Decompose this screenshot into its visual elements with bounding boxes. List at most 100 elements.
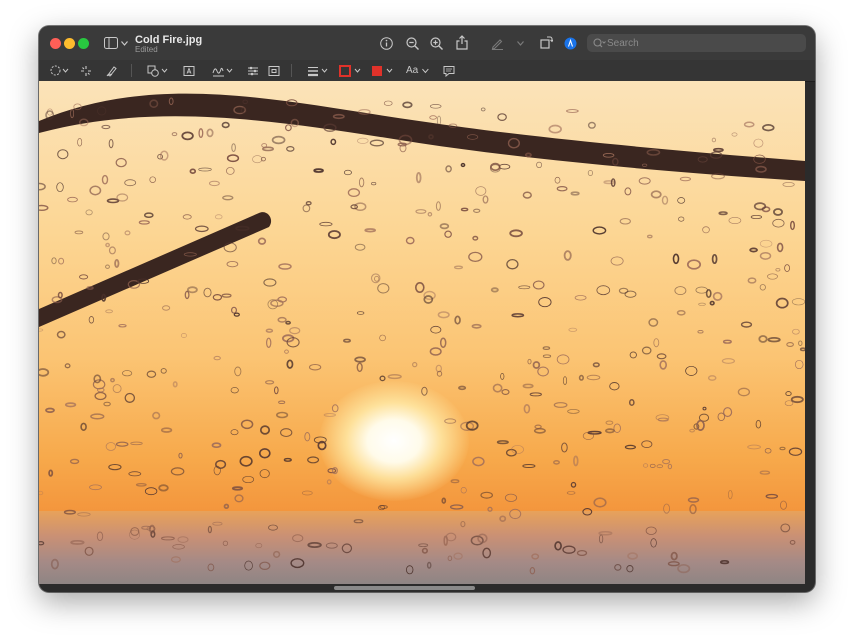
water-droplet xyxy=(265,380,275,385)
water-droplet xyxy=(270,299,284,308)
water-droplet xyxy=(284,124,292,132)
water-droplet xyxy=(353,519,364,524)
water-droplet xyxy=(402,101,413,109)
border-color-icon[interactable] xyxy=(339,64,363,77)
toolbar-divider xyxy=(291,64,292,77)
water-droplet xyxy=(437,311,450,319)
water-droplet xyxy=(108,463,122,471)
water-droplet xyxy=(497,113,507,121)
water-droplet xyxy=(439,337,447,348)
markup-pen-icon[interactable] xyxy=(490,36,504,50)
water-droplet xyxy=(534,424,542,430)
water-droplet xyxy=(354,243,366,251)
highlight-icon[interactable] xyxy=(563,36,577,50)
water-droplet xyxy=(130,527,140,536)
share-icon[interactable] xyxy=(455,34,469,50)
water-droplet xyxy=(792,328,800,335)
info-icon[interactable] xyxy=(379,36,393,50)
fill-color-icon[interactable] xyxy=(371,64,395,77)
water-droplet xyxy=(323,413,336,417)
water-droplet xyxy=(221,293,232,298)
zoom-out-icon[interactable] xyxy=(405,36,419,50)
water-droplet xyxy=(696,419,705,431)
water-droplet xyxy=(685,365,698,376)
water-droplet xyxy=(776,242,784,253)
water-droplet xyxy=(490,287,499,293)
water-droplet xyxy=(108,139,114,149)
water-droplet xyxy=(259,561,271,570)
water-droplet xyxy=(426,561,432,569)
water-droplet xyxy=(89,185,102,196)
water-droplet xyxy=(80,422,87,431)
chevron-down-icon[interactable] xyxy=(120,38,128,48)
sidebar-icon[interactable] xyxy=(104,36,118,50)
water-droplet xyxy=(707,375,717,381)
rotate-icon[interactable] xyxy=(539,35,553,49)
water-droplet xyxy=(533,427,546,434)
water-droplet xyxy=(460,520,466,528)
water-droplet xyxy=(158,484,169,492)
water-droplet xyxy=(182,214,192,220)
sign-icon[interactable] xyxy=(212,64,234,77)
water-droplet xyxy=(343,338,351,343)
water-droplet xyxy=(454,315,461,325)
water-droplet xyxy=(234,494,244,503)
water-droplet xyxy=(259,469,270,479)
water-droplet xyxy=(522,464,536,468)
water-droplet xyxy=(641,346,652,355)
water-droplet xyxy=(180,333,187,338)
water-droplet xyxy=(712,291,723,301)
water-droplet xyxy=(713,147,724,153)
adjust-size-icon[interactable] xyxy=(267,64,280,77)
water-droplet xyxy=(568,327,578,332)
adjust-color-icon[interactable] xyxy=(246,64,259,77)
chevron-down-icon[interactable] xyxy=(516,39,524,47)
water-droplet xyxy=(750,214,763,219)
water-droplet xyxy=(56,330,66,339)
water-droplet xyxy=(124,179,137,187)
selection-icon[interactable] xyxy=(50,64,70,77)
water-droplet xyxy=(377,283,390,294)
water-droplet xyxy=(39,541,45,546)
water-droplet xyxy=(758,335,768,343)
water-droplet xyxy=(687,497,700,503)
water-droplet xyxy=(112,384,122,394)
water-droplet xyxy=(77,137,83,147)
water-droplet xyxy=(57,149,69,160)
water-droplet xyxy=(39,490,44,496)
water-droplet xyxy=(460,162,466,168)
water-droplet xyxy=(122,370,133,377)
water-droplet xyxy=(567,408,580,414)
shape-style-icon[interactable] xyxy=(307,64,329,77)
water-droplet xyxy=(356,311,365,315)
shapes-icon[interactable] xyxy=(147,64,169,77)
water-droplet xyxy=(325,542,338,549)
search-input[interactable] xyxy=(607,34,797,52)
search-field[interactable] xyxy=(587,34,806,52)
water-droplet xyxy=(162,305,171,311)
water-droplet xyxy=(731,132,738,137)
water-droplet xyxy=(480,107,486,112)
water-droplet xyxy=(780,523,791,533)
water-droplet xyxy=(638,177,651,185)
text-box-icon[interactable] xyxy=(182,64,195,77)
water-droplet xyxy=(90,413,105,420)
water-droplet xyxy=(387,374,402,380)
zoom-in-icon[interactable] xyxy=(429,36,443,50)
water-droplet xyxy=(189,168,197,174)
close-button[interactable] xyxy=(50,38,61,49)
water-droplet xyxy=(84,546,94,556)
water-droplet xyxy=(582,508,593,516)
text-style-button[interactable]: Aa xyxy=(406,63,430,78)
horizontal-scrollbar[interactable] xyxy=(334,586,475,590)
sketch-icon[interactable] xyxy=(105,64,118,77)
water-droplet xyxy=(536,161,543,169)
water-droplet xyxy=(689,428,695,433)
note-icon[interactable] xyxy=(442,64,455,77)
minimize-button[interactable] xyxy=(64,38,75,49)
instant-alpha-icon[interactable] xyxy=(79,64,92,77)
water-droplet xyxy=(747,277,757,284)
image-canvas[interactable] xyxy=(39,81,805,584)
fullscreen-button[interactable] xyxy=(78,38,89,49)
water-droplet xyxy=(257,237,267,245)
